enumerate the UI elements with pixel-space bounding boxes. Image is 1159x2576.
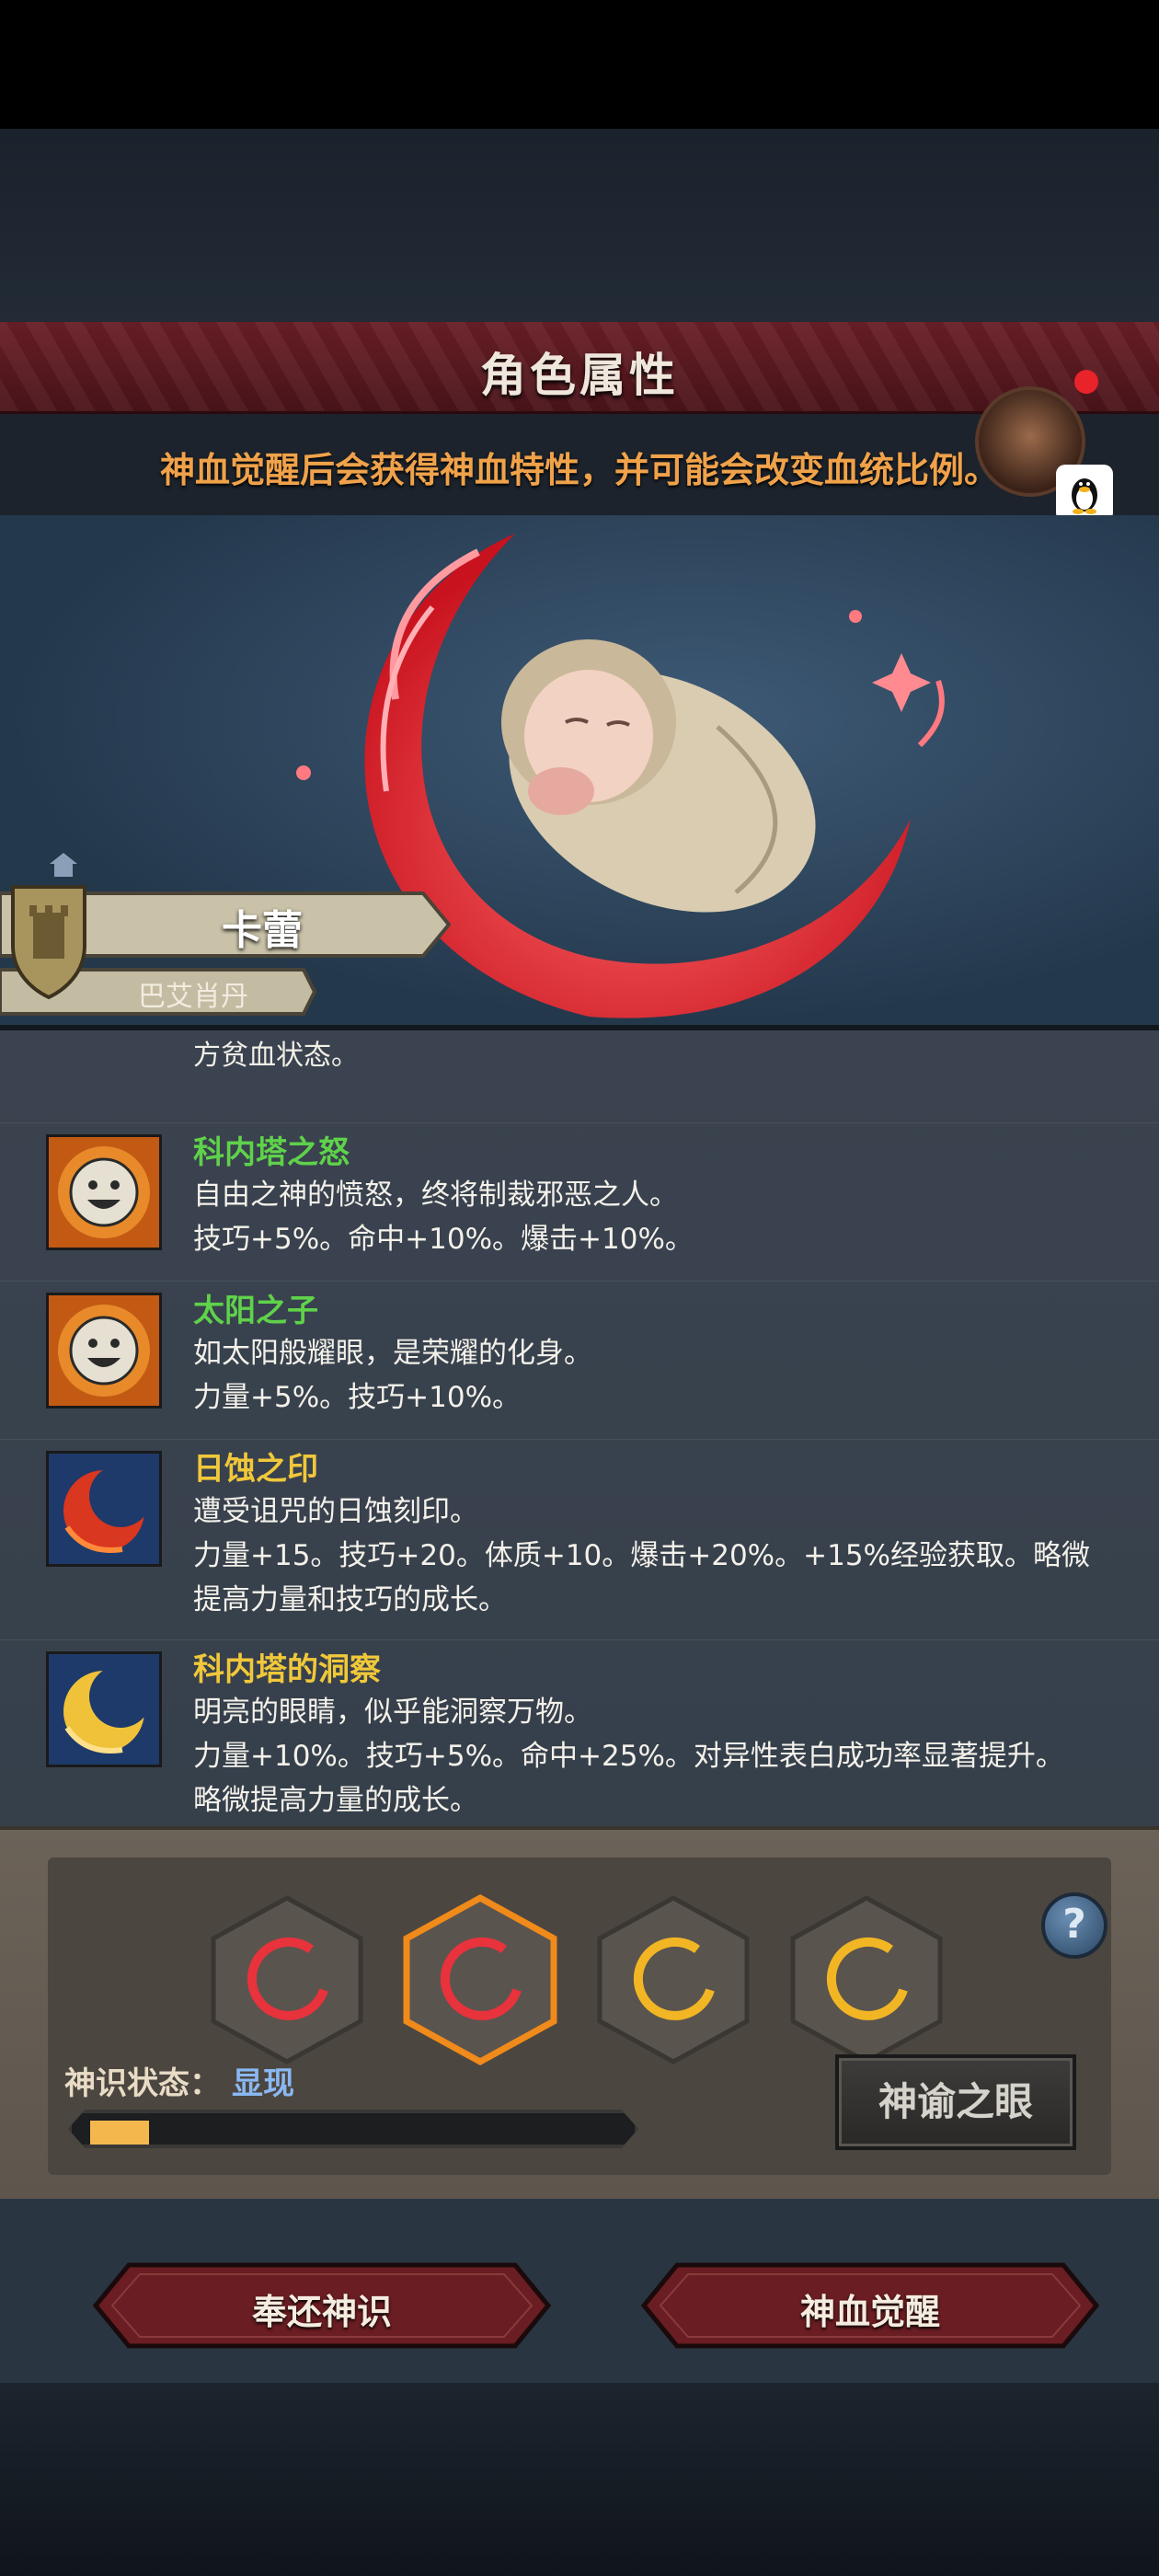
- page-title: 角色属性: [480, 349, 679, 402]
- awakening-panel: ? 神识状态： 显现 神谕之眼: [0, 1826, 1159, 2199]
- divine-state-value: 显现: [232, 2065, 294, 2102]
- blood-awaken-button[interactable]: 神血觉醒: [640, 2261, 1100, 2350]
- trait-partial-line: 方贫血状态。: [193, 1040, 359, 1072]
- trait-desc: 如太阳般耀眼，是荣耀的化身。: [193, 1337, 592, 1370]
- trait-item: 日蚀之印 遭受诅咒的日蚀刻印。 力量+15。技巧+20。体质+10。爆击+20%…: [0, 1439, 1159, 1638]
- status-bar-area: [0, 0, 1159, 129]
- action-bar: 奉还神识 神血觉醒: [0, 2199, 1159, 2383]
- trait-desc: 明亮的眼睛，似乎能洞察万物。: [193, 1696, 592, 1729]
- awakening-slot-gold[interactable]: [789, 1894, 944, 2065]
- smile-sun-icon: [46, 1134, 162, 1250]
- awakening-inner: ? 神识状态： 显现 神谕之眼: [48, 1857, 1111, 2175]
- oracle-eye-button[interactable]: 神谕之眼: [835, 2054, 1076, 2150]
- bottom-background: [0, 2383, 1159, 2576]
- character-name: 卡蕾: [222, 907, 303, 954]
- trait-name: 太阳之子: [193, 1293, 318, 1329]
- awakening-slot-red-selected[interactable]: [403, 1894, 557, 2065]
- trait-item: 科内塔之怒 自由之神的愤怒，终将制裁邪恶之人。 技巧+5%。命中+10%。爆击+…: [0, 1122, 1159, 1279]
- trait-effect: 技巧+5%。命中+10%。爆击+10%。: [193, 1223, 694, 1256]
- help-button[interactable]: ?: [1041, 1892, 1107, 1959]
- trait-effect: 力量+10%。技巧+5%。命中+25%。对异性表白成功率显著提升。: [193, 1740, 1064, 1773]
- trait-name: 科内塔之怒: [193, 1134, 350, 1171]
- divine-state-label: 神识状态：: [64, 2065, 221, 2102]
- title-bar: 角色属性: [0, 322, 1159, 414]
- awakening-slot-gold[interactable]: [596, 1894, 751, 2065]
- trait-effect: 略微提高力量的成长。: [193, 1784, 478, 1817]
- red-eclipse-icon: [46, 1451, 162, 1567]
- trait-desc: 遭受诅咒的日蚀刻印。: [193, 1495, 478, 1528]
- return-divine-button[interactable]: 奉还神识: [92, 2261, 552, 2350]
- trait-effect: 力量+5%。技巧+10%。: [193, 1381, 522, 1414]
- gold-crescent-icon: [46, 1651, 162, 1767]
- home-icon: [48, 851, 79, 879]
- character-race: 巴艾肖丹: [138, 981, 248, 1013]
- top-background: [0, 129, 1159, 322]
- trait-name: 日蚀之印: [193, 1451, 318, 1488]
- trait-item: 科内塔的洞察 明亮的眼睛，似乎能洞察万物。 力量+10%。技巧+5%。命中+25…: [0, 1639, 1159, 1831]
- blood-awaken-label: 神血觉醒: [799, 2292, 940, 2332]
- notification-dot: [1074, 370, 1098, 394]
- trait-name: 科内塔的洞察: [193, 1651, 381, 1688]
- qq-penguin-icon[interactable]: [1056, 465, 1113, 522]
- trait-list[interactable]: 方贫血状态。 科内塔之怒 自由之神的愤怒，终将制裁邪恶之人。 技巧+5%。命中+…: [0, 1030, 1159, 1831]
- trait-effect: 提高力量和技巧的成长。: [193, 1583, 507, 1616]
- divine-progress-fill: [90, 2121, 149, 2145]
- divine-progress-bar: [68, 2110, 638, 2148]
- return-divine-label: 奉还神识: [251, 2292, 392, 2332]
- trait-effect: 力量+15。技巧+20。体质+10。爆击+20%。+15%经验获取。略微: [193, 1539, 1091, 1572]
- trait-desc: 自由之神的愤怒，终将制裁邪恶之人。: [193, 1179, 678, 1212]
- smile-sun-icon: [46, 1293, 162, 1409]
- trait-item: 太阳之子 如太阳般耀眼，是荣耀的化身。 力量+5%。技巧+10%。: [0, 1281, 1159, 1437]
- awakening-slot-red[interactable]: [210, 1894, 364, 2065]
